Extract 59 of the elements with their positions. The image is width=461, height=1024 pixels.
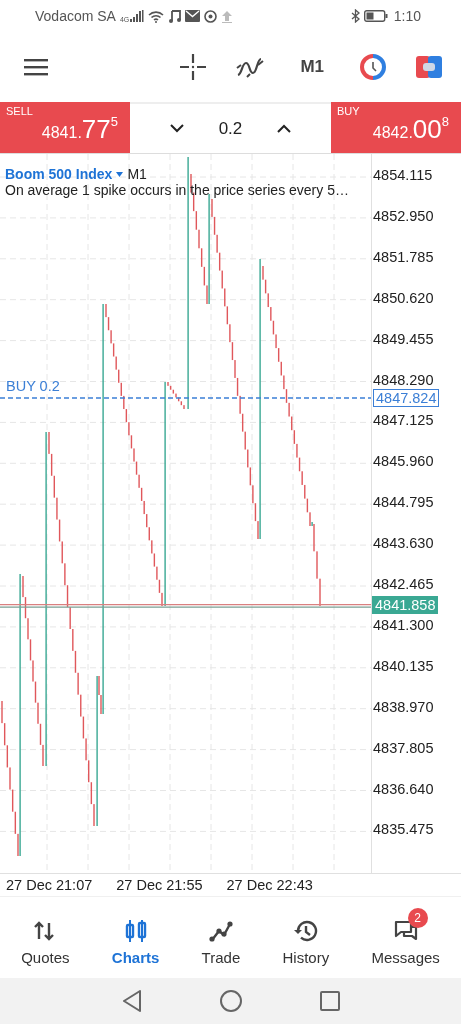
time-label: 27 Dec 22:43 [226, 877, 313, 893]
wifi-icon [148, 9, 165, 23]
price-label: 4836.640 [373, 780, 434, 797]
charts-icon [123, 919, 148, 943]
price-label: 4838.970 [373, 698, 434, 715]
time-label: 27 Dec 21:55 [116, 877, 203, 893]
back-icon[interactable] [121, 990, 142, 1012]
dropdown-icon[interactable] [116, 171, 124, 177]
mail-icon [185, 10, 201, 22]
chevron-up-icon[interactable] [277, 124, 292, 133]
nav-tab[interactable]: History [280, 905, 332, 970]
symbol-link[interactable]: Boom 500 Index [5, 166, 113, 182]
trade-panel-icon[interactable] [416, 56, 442, 78]
price-label: 4843.630 [373, 535, 434, 552]
crosshair-icon[interactable] [180, 54, 207, 80]
nav-tab[interactable]: Trade [199, 905, 243, 970]
order-label: BUY 0.2 [6, 378, 60, 394]
current-price-tag: 4841.858 [372, 596, 439, 614]
app-icon [204, 9, 218, 23]
signal-icon [130, 10, 145, 22]
buy-button[interactable]: BUY 4842.00$^{8}$ [331, 102, 461, 153]
price-label: 4852.950 [373, 207, 434, 224]
carrier-name: Vodacom SA [35, 8, 116, 24]
clock-time: 1:10 [393, 8, 421, 24]
price-label: 4841.300 [373, 616, 434, 633]
sell-button[interactable]: SELL 4841.77$^{5}$ [0, 102, 130, 153]
music-icon [168, 9, 182, 23]
timeframe-button[interactable]: M1 [294, 57, 330, 77]
timeframe-label: M1 [127, 166, 147, 182]
notification-badge: 2 [407, 908, 428, 928]
battery-icon [363, 10, 388, 22]
history-icon [293, 919, 318, 943]
price-label: 4844.795 [373, 494, 434, 511]
price-label: 4842.465 [373, 576, 434, 592]
nav-tab[interactable]: 2 Messages [369, 905, 442, 970]
home-icon[interactable] [219, 990, 242, 1012]
trade-icon [208, 919, 233, 943]
price-label: 4854.115 [373, 167, 433, 183]
nav-tab[interactable]: Charts [109, 905, 162, 970]
price-label: 4837.805 [373, 739, 434, 756]
symbol-description: On average 1 spike occurs in the price series every 5… [5, 182, 349, 198]
recents-icon[interactable] [319, 991, 340, 1011]
price-label: 4847.125 [373, 412, 434, 429]
price-label: 4840.135 [373, 657, 434, 674]
time-label: 27 Dec 21:07 [6, 877, 93, 893]
nav-tab[interactable]: Quotes [19, 905, 72, 970]
price-label: 4848.290 [373, 371, 434, 388]
menu-icon[interactable] [24, 58, 48, 76]
indicator-icon[interactable] [236, 55, 265, 79]
price-label: 4850.620 [373, 289, 434, 306]
order-price-tag: 4847.824 [373, 389, 440, 407]
price-label: 4835.475 [373, 821, 434, 838]
price-label: 4851.785 [373, 248, 434, 265]
one-click-icon[interactable] [360, 54, 386, 80]
chevron-down-icon[interactable] [169, 124, 184, 133]
bluetooth-icon [350, 9, 360, 23]
price-label: 4845.960 [373, 453, 434, 470]
price-label: 4849.455 [373, 330, 434, 347]
upload-icon [221, 9, 234, 23]
